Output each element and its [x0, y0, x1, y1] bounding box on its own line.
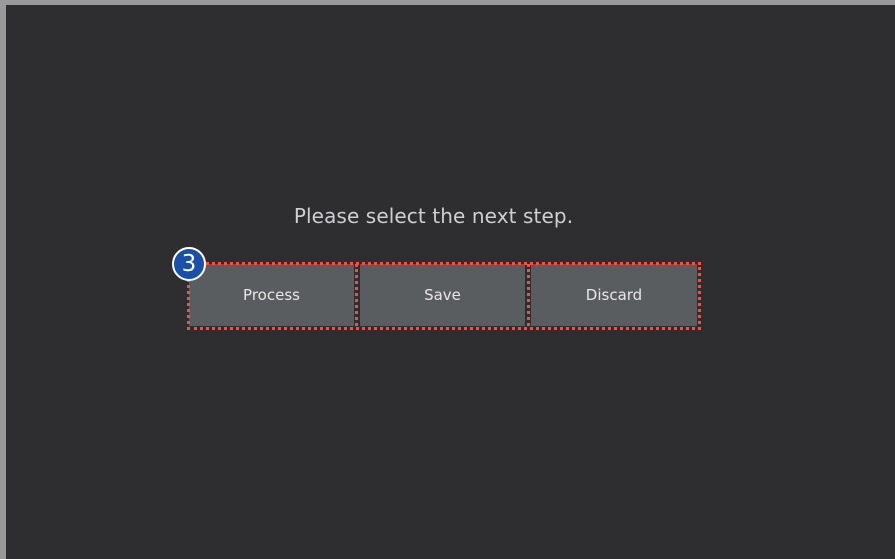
process-button[interactable]: Process: [189, 264, 354, 326]
action-button-group: Process Save Discard: [189, 264, 697, 326]
discard-button[interactable]: Discard: [531, 264, 697, 326]
prompt-text: Please select the next step.: [293, 204, 574, 228]
step-number-badge: 3: [172, 247, 206, 281]
save-button[interactable]: Save: [360, 264, 525, 326]
screen-frame: Please select the next step. Process Sav…: [0, 0, 895, 559]
